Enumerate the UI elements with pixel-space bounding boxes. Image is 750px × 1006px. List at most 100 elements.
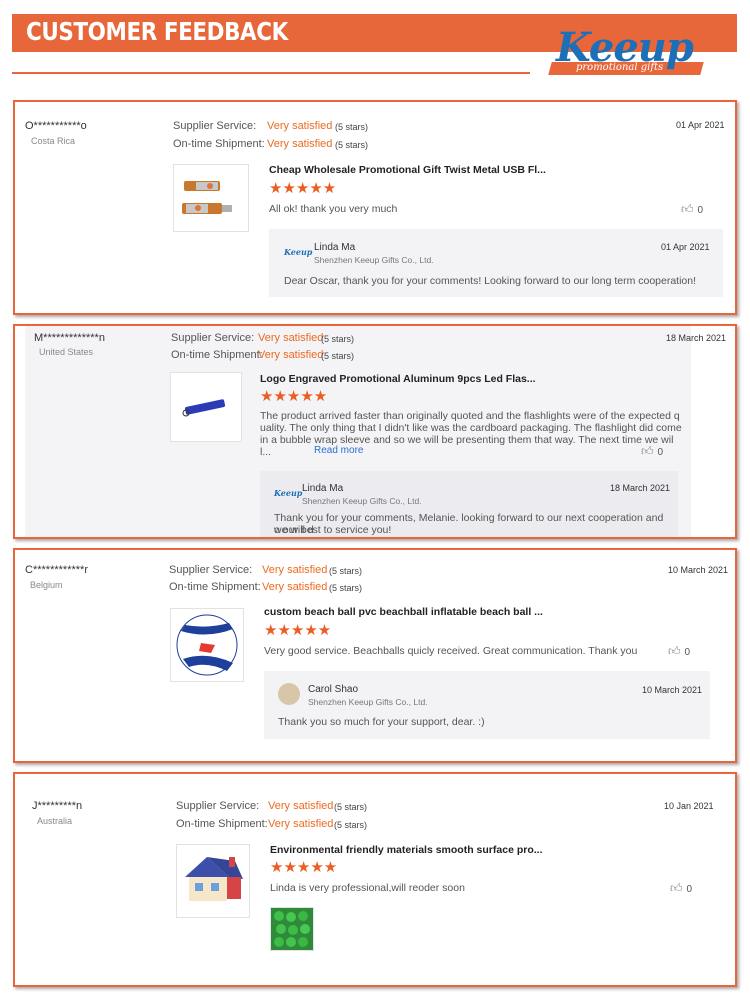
like-button[interactable]: 👍︎ 0: [670, 881, 692, 896]
reply-company: Shenzhen Keeup Gifts Co., Ltd.: [308, 697, 428, 707]
thumbs-up-icon: 👍︎: [681, 202, 694, 216]
reply-company: Shenzhen Keeup Gifts Co., Ltd.: [314, 255, 434, 265]
product-title[interactable]: custom beach ball pvc beachball inflatab…: [264, 606, 543, 618]
reply-text: Thank you so much for your support, dear…: [278, 716, 485, 728]
review-date: 01 Apr 2021: [676, 120, 725, 130]
supplier-service-rating: Very satisfied: [268, 800, 334, 812]
supplier-service-rating: Very satisfied: [267, 120, 333, 132]
page-title: CUSTOMER FEEDBACK: [26, 17, 288, 46]
supplier-service-label: Supplier Service:: [169, 564, 253, 576]
review-date: 18 March 2021: [666, 333, 727, 343]
like-button[interactable]: 👍︎ 0: [681, 202, 703, 217]
like-button[interactable]: 👍︎ 0: [668, 644, 690, 659]
like-count: 0: [684, 647, 691, 658]
shipment-label: On-time Shipment:: [169, 581, 261, 593]
reply-author: Linda Ma: [314, 242, 356, 253]
shipment-stars: (5 stars): [321, 351, 355, 361]
reply-date: 01 Apr 2021: [661, 242, 710, 252]
review-card: O***********o Costa Rica Supplier Servic…: [13, 100, 737, 315]
thumbs-up-icon: 👍︎: [641, 444, 654, 458]
reply-text-line: o our best to service you!: [274, 524, 392, 536]
beach-ball-icon: [176, 614, 238, 676]
like-count: 0: [686, 884, 693, 895]
supplier-service-label: Supplier Service:: [173, 120, 257, 132]
supplier-service-stars: (5 stars): [335, 122, 369, 132]
product-image[interactable]: [170, 372, 242, 442]
shipment-rating: Very satisfied: [267, 138, 333, 150]
star-rating: ★★★★★: [270, 859, 338, 876]
reviewer-name: J*********n: [32, 800, 83, 812]
product-title[interactable]: Cheap Wholesale Promotional Gift Twist M…: [269, 164, 546, 176]
seller-logo: Keeup: [274, 488, 303, 498]
product-image[interactable]: [170, 608, 244, 682]
product-image[interactable]: [173, 164, 249, 232]
shipment-stars: (5 stars): [334, 820, 368, 830]
review-panel: [25, 774, 721, 972]
shipment-stars: (5 stars): [335, 140, 369, 150]
like-count: 0: [697, 205, 704, 216]
green-beads-icon: [271, 908, 313, 950]
seller-reply: Keeup Linda Ma Shenzhen Keeup Gifts Co.,…: [260, 471, 678, 537]
shipment-rating: Very satisfied: [268, 818, 334, 830]
review-comment: Linda is very professional,will reoder s…: [270, 882, 465, 894]
review-card: M*************n United States Supplier S…: [13, 324, 737, 539]
shipment-label: On-time Shipment:: [176, 818, 268, 830]
brand-logo: Keeup promotional gifts: [548, 24, 710, 76]
thumbs-up-icon: 👍︎: [670, 881, 683, 895]
reply-avatar: [278, 683, 300, 705]
shipment-rating: Very satisfied: [258, 349, 324, 361]
star-rating: ★★★★★: [269, 180, 337, 197]
read-more-link[interactable]: Read more: [314, 445, 363, 456]
shipment-stars: (5 stars): [329, 583, 363, 593]
product-title[interactable]: Logo Engraved Promotional Aluminum 9pcs …: [260, 373, 536, 385]
reviewer-name: C************r: [25, 564, 88, 576]
shipment-label: On-time Shipment:: [173, 138, 265, 150]
reviewer-country: Australia: [37, 816, 73, 826]
reply-date: 18 March 2021: [610, 483, 671, 493]
review-date: 10 March 2021: [668, 565, 729, 575]
seller-logo: Keeup: [284, 247, 313, 257]
review-comment-line: uality. The only thing that I didn't lik…: [260, 422, 682, 434]
shipment-label: On-time Shipment:: [171, 349, 263, 361]
review-photo[interactable]: [270, 907, 314, 951]
seller-reply: Carol Shao Shenzhen Keeup Gifts Co., Ltd…: [264, 671, 710, 739]
logo-tagline: promotional gifts: [576, 62, 664, 73]
reviewer-country: Belgium: [30, 580, 63, 590]
supplier-service-label: Supplier Service:: [176, 800, 260, 812]
reply-date: 10 March 2021: [642, 685, 703, 695]
seller-reply: Keeup Linda Ma Shenzhen Keeup Gifts Co.,…: [269, 229, 723, 297]
reply-text: Dear Oscar, thank you for your comments!…: [284, 275, 697, 287]
like-count: 0: [657, 447, 664, 458]
flashlight-icon: [182, 399, 226, 417]
review-comment: Very good service. Beachballs quicly rec…: [264, 645, 638, 657]
supplier-service-stars: (5 stars): [321, 334, 355, 344]
product-image[interactable]: [176, 844, 250, 918]
like-button[interactable]: 👍︎ 0: [641, 444, 663, 459]
reviewer-country: Costa Rica: [31, 136, 76, 146]
reviewer-name: O***********o: [25, 120, 87, 132]
supplier-service-stars: (5 stars): [334, 802, 368, 812]
product-title[interactable]: Environmental friendly materials smooth …: [270, 844, 543, 856]
house-icon: [185, 857, 243, 901]
reply-author: Linda Ma: [302, 483, 344, 494]
supplier-service-stars: (5 stars): [329, 566, 363, 576]
review-card: C************r Belgium Supplier Service:…: [13, 548, 737, 763]
star-rating: ★★★★★: [260, 388, 328, 405]
shipment-rating: Very satisfied: [262, 581, 328, 593]
review-comment-line: The product arrived faster than original…: [260, 410, 680, 422]
supplier-service-label: Supplier Service:: [171, 332, 255, 344]
review-date: 10 Jan 2021: [664, 801, 714, 811]
reply-company: Shenzhen Keeup Gifts Co., Ltd.: [302, 496, 422, 506]
usb-drive-icon: [182, 181, 232, 214]
supplier-service-rating: Very satisfied: [262, 564, 328, 576]
reply-author: Carol Shao: [308, 684, 359, 695]
reviewer-name: M*************n: [34, 332, 105, 344]
star-rating: ★★★★★: [264, 622, 332, 639]
supplier-service-rating: Very satisfied: [258, 332, 324, 344]
review-card: J*********n Australia Supplier Service: …: [13, 772, 737, 987]
reviewer-country: United States: [39, 347, 94, 357]
review-comment: All ok! thank you very much: [269, 203, 398, 215]
review-comment-line: l...: [260, 446, 272, 458]
thumbs-up-icon: 👍︎: [668, 644, 681, 658]
header-divider: [12, 72, 530, 74]
